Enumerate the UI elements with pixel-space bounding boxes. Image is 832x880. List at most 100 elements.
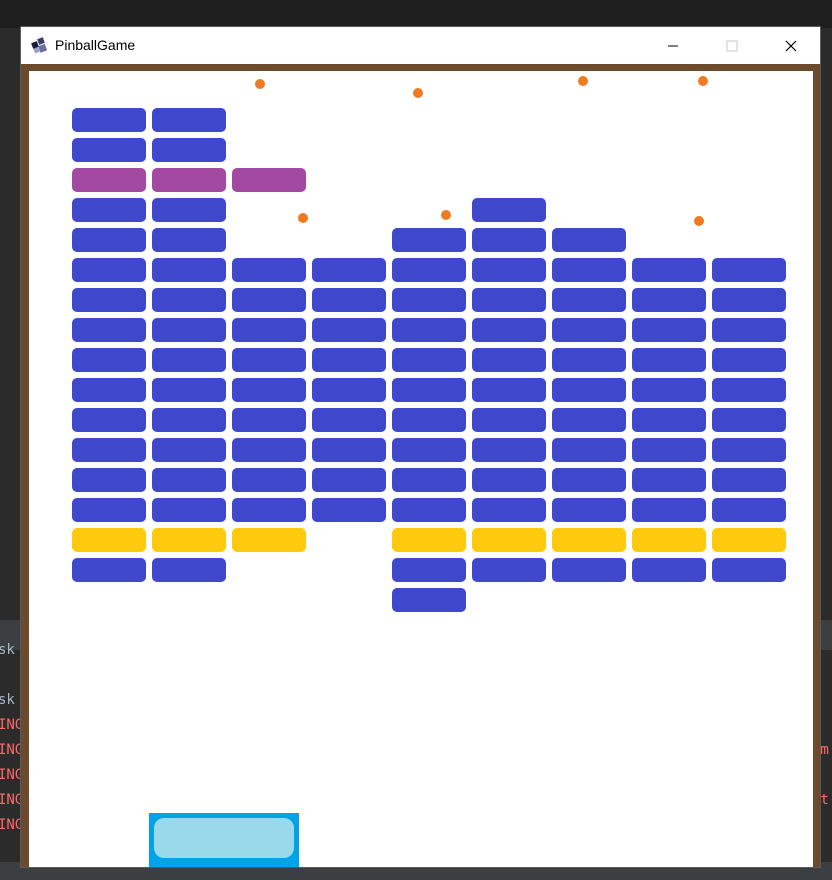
brick-blue [472,318,546,342]
game-frame [21,64,820,867]
console-line: ING [0,792,24,808]
brick-blue [552,498,626,522]
brick-blue [72,258,146,282]
brick-blue [152,288,226,312]
close-button[interactable] [768,27,814,64]
brick-blue [392,468,466,492]
brick-blue [72,288,146,312]
paddle-inner [154,818,294,858]
brick-blue [632,378,706,402]
brick-blue [152,438,226,462]
brick-blue [712,468,786,492]
brick-blue [552,468,626,492]
brick-blue [632,438,706,462]
brick-yellow [392,528,466,552]
brick-blue [472,378,546,402]
brick-blue [72,138,146,162]
brick-blue [712,438,786,462]
brick-blue [392,288,466,312]
brick-yellow [552,528,626,552]
brick-blue [152,378,226,402]
brick-blue [472,408,546,432]
brick-blue [552,558,626,582]
brick-blue [552,438,626,462]
brick-blue [632,348,706,372]
console-line: ING [0,767,24,783]
brick-blue [312,468,386,492]
brick-blue [152,318,226,342]
ball [255,79,265,89]
brick-blue [152,558,226,582]
brick-blue [232,348,306,372]
brick-yellow [472,528,546,552]
brick-blue [232,318,306,342]
brick-blue [312,348,386,372]
ide-top-bar [0,0,832,28]
minimize-button[interactable] [650,27,696,64]
brick-blue [552,348,626,372]
brick-blue [632,558,706,582]
brick-blue [392,228,466,252]
game-window: PinballGame [21,27,820,867]
brick-blue [552,228,626,252]
minimize-icon [668,45,678,46]
brick-blue [312,288,386,312]
brick-blue [72,198,146,222]
maximize-button[interactable] [709,27,755,64]
brick-blue [472,498,546,522]
brick-blue [472,348,546,372]
brick-blue [392,318,466,342]
brick-purple [72,168,146,192]
brick-blue [72,228,146,252]
brick-blue [232,288,306,312]
brick-blue [712,288,786,312]
ball [694,216,704,226]
brick-blue [472,258,546,282]
brick-blue [152,228,226,252]
window-titlebar[interactable]: PinballGame [21,27,820,64]
brick-blue [232,438,306,462]
brick-blue [312,408,386,432]
brick-blue [632,498,706,522]
ball [578,76,588,86]
brick-blue [632,468,706,492]
brick-blue [632,288,706,312]
brick-blue [712,318,786,342]
brick-blue [552,288,626,312]
brick-blue [552,378,626,402]
brick-blue [232,468,306,492]
brick-blue [712,408,786,432]
console-line: ING [0,717,24,733]
brick-blue [392,258,466,282]
close-icon [785,40,797,51]
paddle[interactable] [149,813,299,867]
brick-blue [152,138,226,162]
brick-blue [392,348,466,372]
brick-blue [552,318,626,342]
brick-blue [712,498,786,522]
brick-blue [72,498,146,522]
brick-blue [312,498,386,522]
brick-blue [552,258,626,282]
game-canvas[interactable] [29,71,813,867]
brick-blue [152,348,226,372]
brick-blue [72,558,146,582]
brick-blue [632,318,706,342]
brick-yellow [72,528,146,552]
window-title: PinballGame [55,37,136,53]
brick-blue [712,378,786,402]
brick-blue [712,348,786,372]
brick-blue [232,498,306,522]
console-line: ING [0,817,24,833]
ball [698,76,708,86]
brick-blue [312,378,386,402]
brick-blue [392,498,466,522]
brick-blue [72,468,146,492]
brick-blue [72,348,146,372]
brick-blue [152,408,226,432]
ball [413,88,423,98]
brick-blue [472,198,546,222]
brick-yellow [632,528,706,552]
brick-blue [392,588,466,612]
brick-blue [552,408,626,432]
